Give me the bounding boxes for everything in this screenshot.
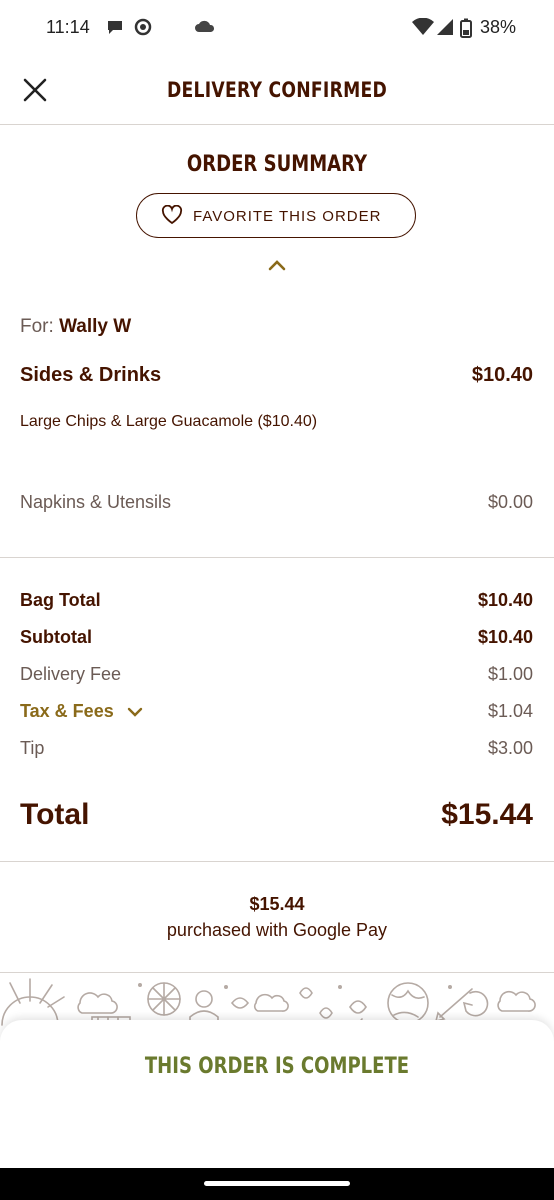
favorite-order-label: FAVORITE THIS ORDER xyxy=(193,208,382,225)
heart-icon xyxy=(161,205,183,225)
payment-method: purchased with Google Pay xyxy=(166,920,388,940)
order-complete-title: THIS ORDER IS COMPLETE xyxy=(144,1054,410,1079)
customer-name: Wally W xyxy=(59,316,132,337)
status-bar: 11:14 38% xyxy=(0,0,554,56)
order-item: Large Chips & Large Guacamole ($10.40) xyxy=(20,413,318,430)
chevron-up-icon[interactable] xyxy=(267,258,287,272)
for-label: For: xyxy=(20,316,54,337)
group-price: $10.40 xyxy=(471,364,533,386)
close-icon[interactable] xyxy=(18,73,52,107)
status-time: 11:14 xyxy=(46,17,90,37)
tip-label: Tip xyxy=(20,738,45,758)
subtotal-label: Subtotal xyxy=(20,627,92,647)
delivery-fee-value: $1.00 xyxy=(487,664,533,684)
tip-value: $3.00 xyxy=(487,738,533,758)
tax-fees-label: Tax & Fees xyxy=(20,701,114,721)
order-summary-title: ORDER SUMMARY xyxy=(186,152,368,177)
app-header: DELIVERY CONFIRMED xyxy=(0,56,554,125)
chevron-down-icon xyxy=(127,708,142,717)
bag-total-value: $10.40 xyxy=(477,590,533,610)
cell-signal-icon xyxy=(437,19,453,35)
order-for: For: Wally W xyxy=(20,316,131,338)
battery-percent: 38% xyxy=(479,17,516,37)
cloud-icon xyxy=(195,20,215,32)
system-nav-bar xyxy=(0,1168,554,1200)
subtotal-value: $10.40 xyxy=(477,627,533,647)
total-label: Total xyxy=(20,798,90,831)
divider xyxy=(0,557,554,558)
record-icon xyxy=(134,18,152,36)
napkins-label: Napkins & Utensils xyxy=(20,492,172,512)
battery-icon xyxy=(460,18,472,38)
delivery-fee-label: Delivery Fee xyxy=(20,664,122,684)
home-gesture-handle[interactable] xyxy=(204,1181,350,1186)
group-name: Sides & Drinks xyxy=(20,364,162,386)
napkins-price: $0.00 xyxy=(487,492,533,512)
total-value: $15.44 xyxy=(441,798,533,831)
chat-icon xyxy=(108,21,122,34)
favorite-order-button[interactable]: FAVORITE THIS ORDER xyxy=(136,193,416,238)
tax-fees-toggle[interactable]: Tax & Fees xyxy=(20,701,143,722)
divider xyxy=(0,861,554,862)
page-title: DELIVERY CONFIRMED xyxy=(166,78,388,102)
bag-total-label: Bag Total xyxy=(20,590,101,610)
order-complete-sheet: THIS ORDER IS COMPLETE xyxy=(0,1020,554,1168)
tax-fees-value: $1.04 xyxy=(487,701,533,721)
paid-amount: $15.44 xyxy=(249,894,305,914)
wifi-icon xyxy=(412,18,434,35)
